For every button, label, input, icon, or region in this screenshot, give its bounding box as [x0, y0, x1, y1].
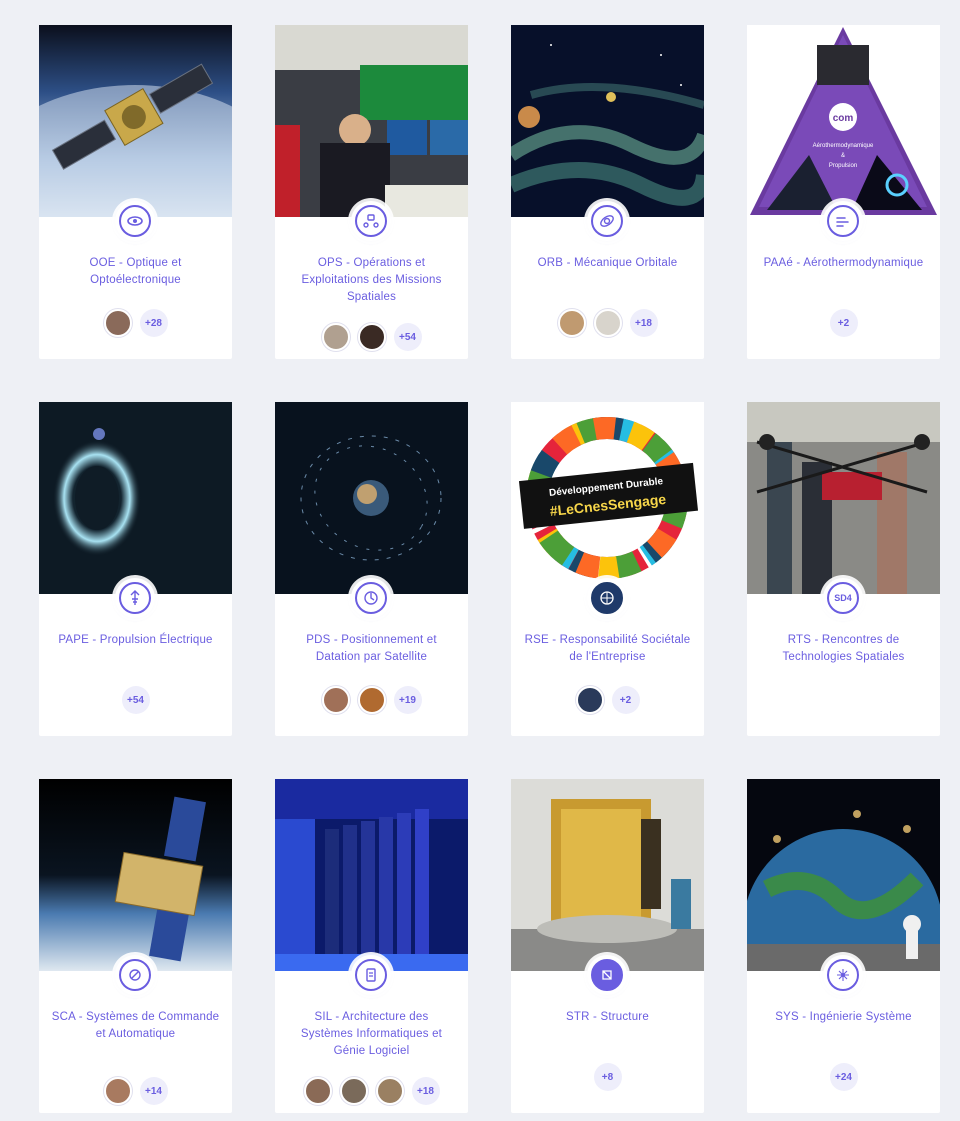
rse-image: Développement Durable #LeCnesSengage — [511, 402, 704, 594]
str-image — [511, 779, 704, 971]
compass-icon — [364, 591, 378, 605]
member-count: +2 — [611, 686, 640, 714]
community-card-sca[interactable]: SCA - Systèmes de Commande et Automatiqu… — [39, 779, 232, 1113]
avatar[interactable] — [321, 686, 350, 714]
people-icon-badge — [351, 201, 391, 241]
members-row: +18 — [275, 1077, 468, 1105]
pape-image — [39, 402, 232, 594]
control-icon — [129, 969, 141, 981]
card-title[interactable]: OOE - Optique et Optoélectronique — [51, 255, 220, 289]
members-row: +2 — [511, 686, 704, 714]
members-row: +24 — [747, 1063, 940, 1091]
card-title[interactable]: SCA - Systèmes de Commande et Automatiqu… — [51, 1009, 220, 1043]
avatar[interactable] — [375, 1077, 404, 1105]
member-count: +54 — [121, 686, 150, 714]
control-icon-badge — [115, 955, 155, 995]
community-card-rse[interactable]: Développement Durable #LeCnesSengage RSE… — [511, 402, 704, 736]
globe-icon-badge — [587, 578, 627, 618]
rts-icon-badge: SD4 — [823, 578, 863, 618]
orb-image — [511, 25, 704, 217]
community-card-orb[interactable]: ORB - Mécanique Orbitale +18 — [511, 25, 704, 359]
compass-icon-badge — [351, 578, 391, 618]
paae-line2: & — [841, 153, 845, 159]
ooe-image — [39, 25, 232, 217]
people-icon — [363, 214, 379, 228]
communities-grid: OOE - Optique et Optoélectronique +28 OP… — [39, 25, 941, 1113]
community-card-sys[interactable]: SYS - Ingénierie Système +24 — [747, 779, 940, 1113]
wind-icon — [836, 217, 849, 227]
community-card-pds[interactable]: PDS - Positionnement et Datation par Sat… — [275, 402, 468, 736]
member-count: +19 — [393, 686, 422, 714]
member-count: +18 — [411, 1077, 440, 1105]
member-count: +54 — [393, 323, 422, 351]
thruster-icon-badge — [115, 578, 155, 618]
avatar[interactable] — [321, 323, 350, 351]
member-count: +28 — [139, 309, 168, 337]
card-title[interactable]: RSE - Responsabilité Sociétale de l'Entr… — [523, 632, 692, 666]
avatar[interactable] — [357, 686, 386, 714]
pds-image — [275, 402, 468, 594]
card-title[interactable]: OPS - Opérations et Exploitations des Mi… — [287, 255, 456, 306]
community-card-sil[interactable]: SIL - Architecture des Systèmes Informat… — [275, 779, 468, 1113]
card-title[interactable]: PAPE - Propulsion Électrique — [51, 632, 220, 649]
structure-icon — [602, 970, 612, 980]
eye-icon — [127, 216, 143, 226]
paae-logo-text: com — [833, 113, 854, 124]
avatar[interactable] — [103, 1077, 132, 1105]
avatar[interactable] — [303, 1077, 332, 1105]
members-row: +28 — [39, 309, 232, 337]
members-row: +8 — [511, 1063, 704, 1091]
avatar[interactable] — [103, 309, 132, 337]
member-count: +14 — [139, 1077, 168, 1105]
community-card-pape[interactable]: PAPE - Propulsion Électrique +54 — [39, 402, 232, 736]
member-count: +2 — [829, 309, 858, 337]
avatar[interactable] — [557, 309, 586, 337]
members-row: +14 — [39, 1077, 232, 1105]
member-count: +18 — [629, 309, 658, 337]
card-title[interactable]: PAAé - Aérothermodynamique — [759, 255, 928, 272]
globe-icon — [600, 591, 614, 605]
members-row: +2 — [747, 309, 940, 337]
card-title[interactable]: STR - Structure — [523, 1009, 692, 1026]
structure-icon-badge — [587, 955, 627, 995]
members-row: +18 — [511, 309, 704, 337]
sys-image — [747, 779, 940, 971]
ops-image — [275, 25, 468, 217]
avatar[interactable] — [593, 309, 622, 337]
network-icon — [837, 969, 849, 981]
avatar[interactable] — [575, 686, 604, 714]
avatar[interactable] — [357, 323, 386, 351]
card-title[interactable]: PDS - Positionnement et Datation par Sat… — [287, 632, 456, 666]
members-row: +19 — [275, 686, 468, 714]
community-card-rts[interactable]: SD4 RTS - Rencontres de Technologies Spa… — [747, 402, 940, 736]
document-icon-badge — [351, 955, 391, 995]
member-count: +8 — [593, 1063, 622, 1091]
rts-badge-text: SD4 — [834, 593, 852, 603]
card-title[interactable]: SYS - Ingénierie Système — [759, 1009, 928, 1026]
paae-line1: Aérothermodynamique — [813, 143, 874, 149]
card-title[interactable]: ORB - Mécanique Orbitale — [523, 255, 692, 272]
avatar[interactable] — [339, 1077, 368, 1105]
member-count: +24 — [829, 1063, 858, 1091]
sca-image — [39, 779, 232, 971]
community-card-ooe[interactable]: OOE - Optique et Optoélectronique +28 — [39, 25, 232, 359]
wind-icon-badge — [823, 201, 863, 241]
thruster-icon — [130, 590, 140, 605]
paae-line3: Propulsion — [829, 163, 857, 169]
sil-image — [275, 779, 468, 971]
orbit-icon-badge — [587, 201, 627, 241]
card-title[interactable]: RTS - Rencontres de Technologies Spatial… — [759, 632, 928, 666]
members-row: +54 — [275, 323, 468, 351]
network-icon-badge — [823, 955, 863, 995]
members-row: +54 — [39, 686, 232, 714]
community-card-str[interactable]: STR - Structure +8 — [511, 779, 704, 1113]
community-card-ops[interactable]: OPS - Opérations et Exploitations des Mi… — [275, 25, 468, 359]
document-icon — [366, 968, 376, 982]
orbit-icon — [600, 215, 614, 227]
community-card-paae[interactable]: com Aérothermodynamique & Propulsion PAA… — [747, 25, 940, 359]
paae-image: com Aérothermodynamique & Propulsion — [747, 25, 940, 217]
rts-image — [747, 402, 940, 594]
card-title[interactable]: SIL - Architecture des Systèmes Informat… — [287, 1009, 456, 1060]
eye-icon-badge — [115, 201, 155, 241]
